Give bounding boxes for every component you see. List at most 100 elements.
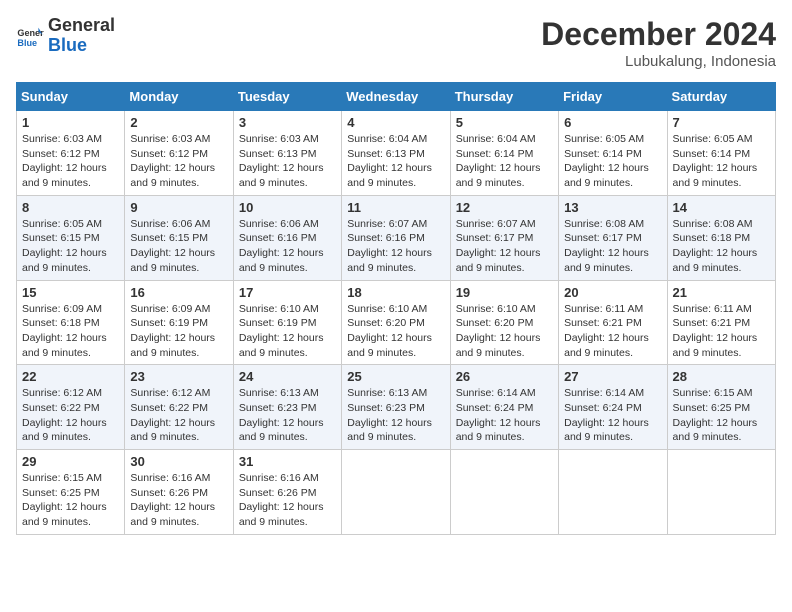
sunrise-label: Sunrise: 6:15 AM (673, 387, 753, 399)
day-number: 21 (673, 285, 770, 300)
day-info: Sunrise: 6:14 AM Sunset: 6:24 PM Dayligh… (456, 386, 553, 445)
day-number: 10 (239, 200, 336, 215)
daylight-label: Daylight: 12 hours and 9 minutes. (456, 417, 541, 444)
sunrise-label: Sunrise: 6:05 AM (22, 218, 102, 230)
table-row: 26 Sunrise: 6:14 AM Sunset: 6:24 PM Dayl… (450, 365, 558, 450)
daylight-label: Daylight: 12 hours and 9 minutes. (564, 162, 649, 189)
daylight-label: Daylight: 12 hours and 9 minutes. (347, 162, 432, 189)
sunset-label: Sunset: 6:18 PM (673, 232, 751, 244)
daylight-label: Daylight: 12 hours and 9 minutes. (130, 501, 215, 528)
day-info: Sunrise: 6:09 AM Sunset: 6:19 PM Dayligh… (130, 302, 227, 361)
table-row (450, 450, 558, 535)
daylight-label: Daylight: 12 hours and 9 minutes. (456, 162, 541, 189)
day-number: 13 (564, 200, 661, 215)
day-number: 30 (130, 454, 227, 469)
sunrise-label: Sunrise: 6:16 AM (239, 472, 319, 484)
daylight-label: Daylight: 12 hours and 9 minutes. (239, 501, 324, 528)
sunrise-label: Sunrise: 6:03 AM (239, 133, 319, 145)
table-row: 25 Sunrise: 6:13 AM Sunset: 6:23 PM Dayl… (342, 365, 450, 450)
table-row: 23 Sunrise: 6:12 AM Sunset: 6:22 PM Dayl… (125, 365, 233, 450)
daylight-label: Daylight: 12 hours and 9 minutes. (564, 417, 649, 444)
sunrise-label: Sunrise: 6:09 AM (22, 303, 102, 315)
table-row: 12 Sunrise: 6:07 AM Sunset: 6:17 PM Dayl… (450, 195, 558, 280)
sunset-label: Sunset: 6:14 PM (673, 148, 751, 160)
month-title: December 2024 (541, 16, 776, 53)
sunrise-label: Sunrise: 6:06 AM (239, 218, 319, 230)
svg-text:Blue: Blue (17, 38, 37, 48)
col-friday: Friday (559, 83, 667, 111)
day-info: Sunrise: 6:05 AM Sunset: 6:14 PM Dayligh… (564, 132, 661, 191)
sunrise-label: Sunrise: 6:07 AM (456, 218, 536, 230)
day-info: Sunrise: 6:16 AM Sunset: 6:26 PM Dayligh… (130, 471, 227, 530)
col-monday: Monday (125, 83, 233, 111)
table-row: 19 Sunrise: 6:10 AM Sunset: 6:20 PM Dayl… (450, 280, 558, 365)
logo: General Blue General Blue (16, 16, 115, 56)
daylight-label: Daylight: 12 hours and 9 minutes. (564, 332, 649, 359)
table-row: 21 Sunrise: 6:11 AM Sunset: 6:21 PM Dayl… (667, 280, 775, 365)
sunrise-label: Sunrise: 6:13 AM (239, 387, 319, 399)
sunrise-label: Sunrise: 6:06 AM (130, 218, 210, 230)
sunset-label: Sunset: 6:23 PM (239, 402, 317, 414)
col-tuesday: Tuesday (233, 83, 341, 111)
calendar-table: Sunday Monday Tuesday Wednesday Thursday… (16, 82, 776, 535)
calendar-week-3: 15 Sunrise: 6:09 AM Sunset: 6:18 PM Dayl… (17, 280, 776, 365)
sunrise-label: Sunrise: 6:10 AM (456, 303, 536, 315)
table-row: 18 Sunrise: 6:10 AM Sunset: 6:20 PM Dayl… (342, 280, 450, 365)
day-info: Sunrise: 6:03 AM Sunset: 6:12 PM Dayligh… (22, 132, 119, 191)
sunset-label: Sunset: 6:20 PM (456, 317, 534, 329)
sunset-label: Sunset: 6:22 PM (130, 402, 208, 414)
sunset-label: Sunset: 6:24 PM (564, 402, 642, 414)
sunrise-label: Sunrise: 6:03 AM (22, 133, 102, 145)
day-info: Sunrise: 6:08 AM Sunset: 6:17 PM Dayligh… (564, 217, 661, 276)
daylight-label: Daylight: 12 hours and 9 minutes. (347, 417, 432, 444)
sunset-label: Sunset: 6:21 PM (673, 317, 751, 329)
sunset-label: Sunset: 6:12 PM (130, 148, 208, 160)
daylight-label: Daylight: 12 hours and 9 minutes. (456, 332, 541, 359)
table-row (342, 450, 450, 535)
logo-icon: General Blue (16, 22, 44, 50)
table-row: 3 Sunrise: 6:03 AM Sunset: 6:13 PM Dayli… (233, 111, 341, 196)
day-number: 2 (130, 115, 227, 130)
day-number: 31 (239, 454, 336, 469)
location: Lubukalung, Indonesia (541, 53, 776, 70)
table-row: 31 Sunrise: 6:16 AM Sunset: 6:26 PM Dayl… (233, 450, 341, 535)
logo-blue: Blue (48, 35, 87, 55)
table-row (667, 450, 775, 535)
day-info: Sunrise: 6:12 AM Sunset: 6:22 PM Dayligh… (130, 386, 227, 445)
daylight-label: Daylight: 12 hours and 9 minutes. (673, 162, 758, 189)
day-info: Sunrise: 6:06 AM Sunset: 6:16 PM Dayligh… (239, 217, 336, 276)
day-number: 3 (239, 115, 336, 130)
table-row: 14 Sunrise: 6:08 AM Sunset: 6:18 PM Dayl… (667, 195, 775, 280)
daylight-label: Daylight: 12 hours and 9 minutes. (564, 247, 649, 274)
day-number: 12 (456, 200, 553, 215)
daylight-label: Daylight: 12 hours and 9 minutes. (347, 332, 432, 359)
day-info: Sunrise: 6:13 AM Sunset: 6:23 PM Dayligh… (347, 386, 444, 445)
daylight-label: Daylight: 12 hours and 9 minutes. (239, 332, 324, 359)
calendar-week-5: 29 Sunrise: 6:15 AM Sunset: 6:25 PM Dayl… (17, 450, 776, 535)
daylight-label: Daylight: 12 hours and 9 minutes. (130, 162, 215, 189)
sunset-label: Sunset: 6:25 PM (673, 402, 751, 414)
page-header: General Blue General Blue December 2024 … (16, 16, 776, 70)
sunrise-label: Sunrise: 6:10 AM (239, 303, 319, 315)
sunset-label: Sunset: 6:13 PM (239, 148, 317, 160)
logo-general: General (48, 15, 115, 35)
sunrise-label: Sunrise: 6:10 AM (347, 303, 427, 315)
day-number: 18 (347, 285, 444, 300)
sunrise-label: Sunrise: 6:11 AM (564, 303, 643, 315)
sunset-label: Sunset: 6:26 PM (239, 487, 317, 499)
day-number: 15 (22, 285, 119, 300)
table-row: 16 Sunrise: 6:09 AM Sunset: 6:19 PM Dayl… (125, 280, 233, 365)
day-info: Sunrise: 6:12 AM Sunset: 6:22 PM Dayligh… (22, 386, 119, 445)
title-block: December 2024 Lubukalung, Indonesia (541, 16, 776, 70)
day-number: 7 (673, 115, 770, 130)
table-row: 10 Sunrise: 6:06 AM Sunset: 6:16 PM Dayl… (233, 195, 341, 280)
sunset-label: Sunset: 6:16 PM (239, 232, 317, 244)
daylight-label: Daylight: 12 hours and 9 minutes. (22, 162, 107, 189)
day-info: Sunrise: 6:15 AM Sunset: 6:25 PM Dayligh… (22, 471, 119, 530)
day-number: 8 (22, 200, 119, 215)
table-row: 6 Sunrise: 6:05 AM Sunset: 6:14 PM Dayli… (559, 111, 667, 196)
col-thursday: Thursday (450, 83, 558, 111)
day-number: 20 (564, 285, 661, 300)
sunrise-label: Sunrise: 6:04 AM (347, 133, 427, 145)
day-info: Sunrise: 6:08 AM Sunset: 6:18 PM Dayligh… (673, 217, 770, 276)
